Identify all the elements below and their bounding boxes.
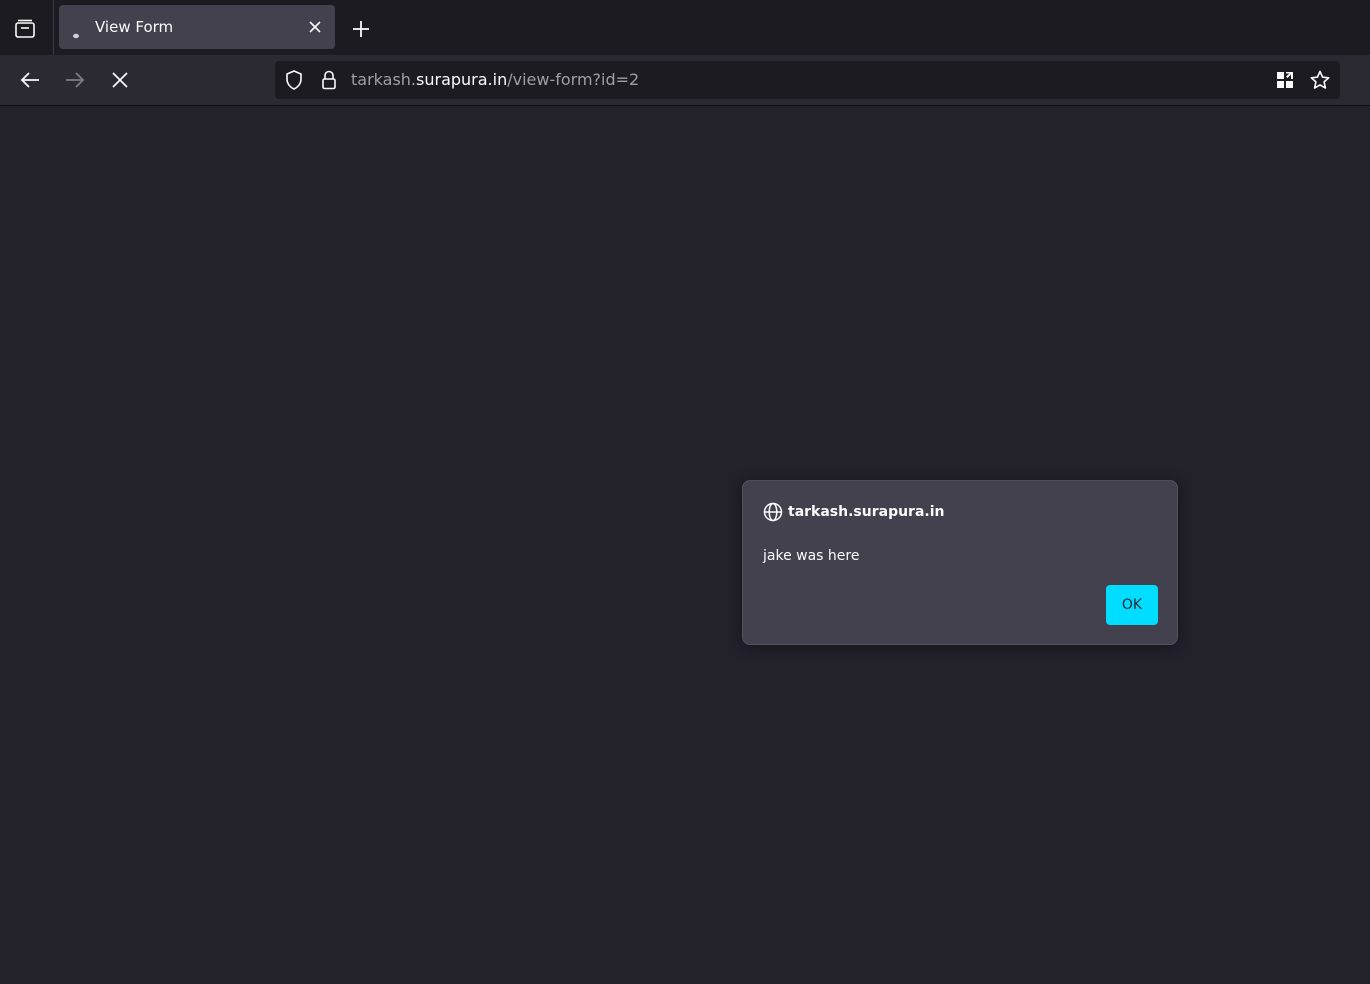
tab-strip: View Form xyxy=(0,0,1370,55)
url-text[interactable]: tarkash.surapura.in/view-form?id=2 xyxy=(351,70,639,90)
url-prefix: tarkash. xyxy=(351,70,417,89)
tab-view-form[interactable]: View Form xyxy=(59,5,335,49)
star-icon[interactable] xyxy=(1310,70,1330,90)
close-icon[interactable] xyxy=(305,17,325,37)
arrow-left-icon[interactable] xyxy=(17,67,43,93)
url-host: surapura.in xyxy=(416,70,508,89)
stop-icon[interactable] xyxy=(107,67,133,93)
url-bar[interactable]: tarkash.surapura.in/view-form?id=2 xyxy=(275,61,1340,99)
browser-window: View Form tarkash.surapura.in/view-form?… xyxy=(0,0,1370,984)
dialog-message: jake was here xyxy=(763,548,860,564)
alert-dialog: tarkash.surapura.in jake was here OK xyxy=(742,480,1178,645)
url-path: /view-form?id=2 xyxy=(507,70,640,89)
plus-icon[interactable] xyxy=(349,17,373,41)
tab-title: View Form xyxy=(95,18,174,36)
arrow-right-icon[interactable] xyxy=(62,67,88,93)
loading-dot-icon xyxy=(73,24,79,39)
shield-icon[interactable] xyxy=(284,70,304,90)
tab-manager-icon[interactable] xyxy=(11,15,39,43)
tab-strip-separator xyxy=(53,0,54,55)
lock-icon[interactable] xyxy=(319,70,339,90)
ok-button[interactable]: OK xyxy=(1106,585,1158,625)
navigation-toolbar: tarkash.surapura.in/view-form?id=2 xyxy=(0,55,1370,106)
globe-icon xyxy=(763,502,783,522)
dialog-origin: tarkash.surapura.in xyxy=(788,504,945,520)
qr-code-icon[interactable] xyxy=(1275,70,1295,90)
